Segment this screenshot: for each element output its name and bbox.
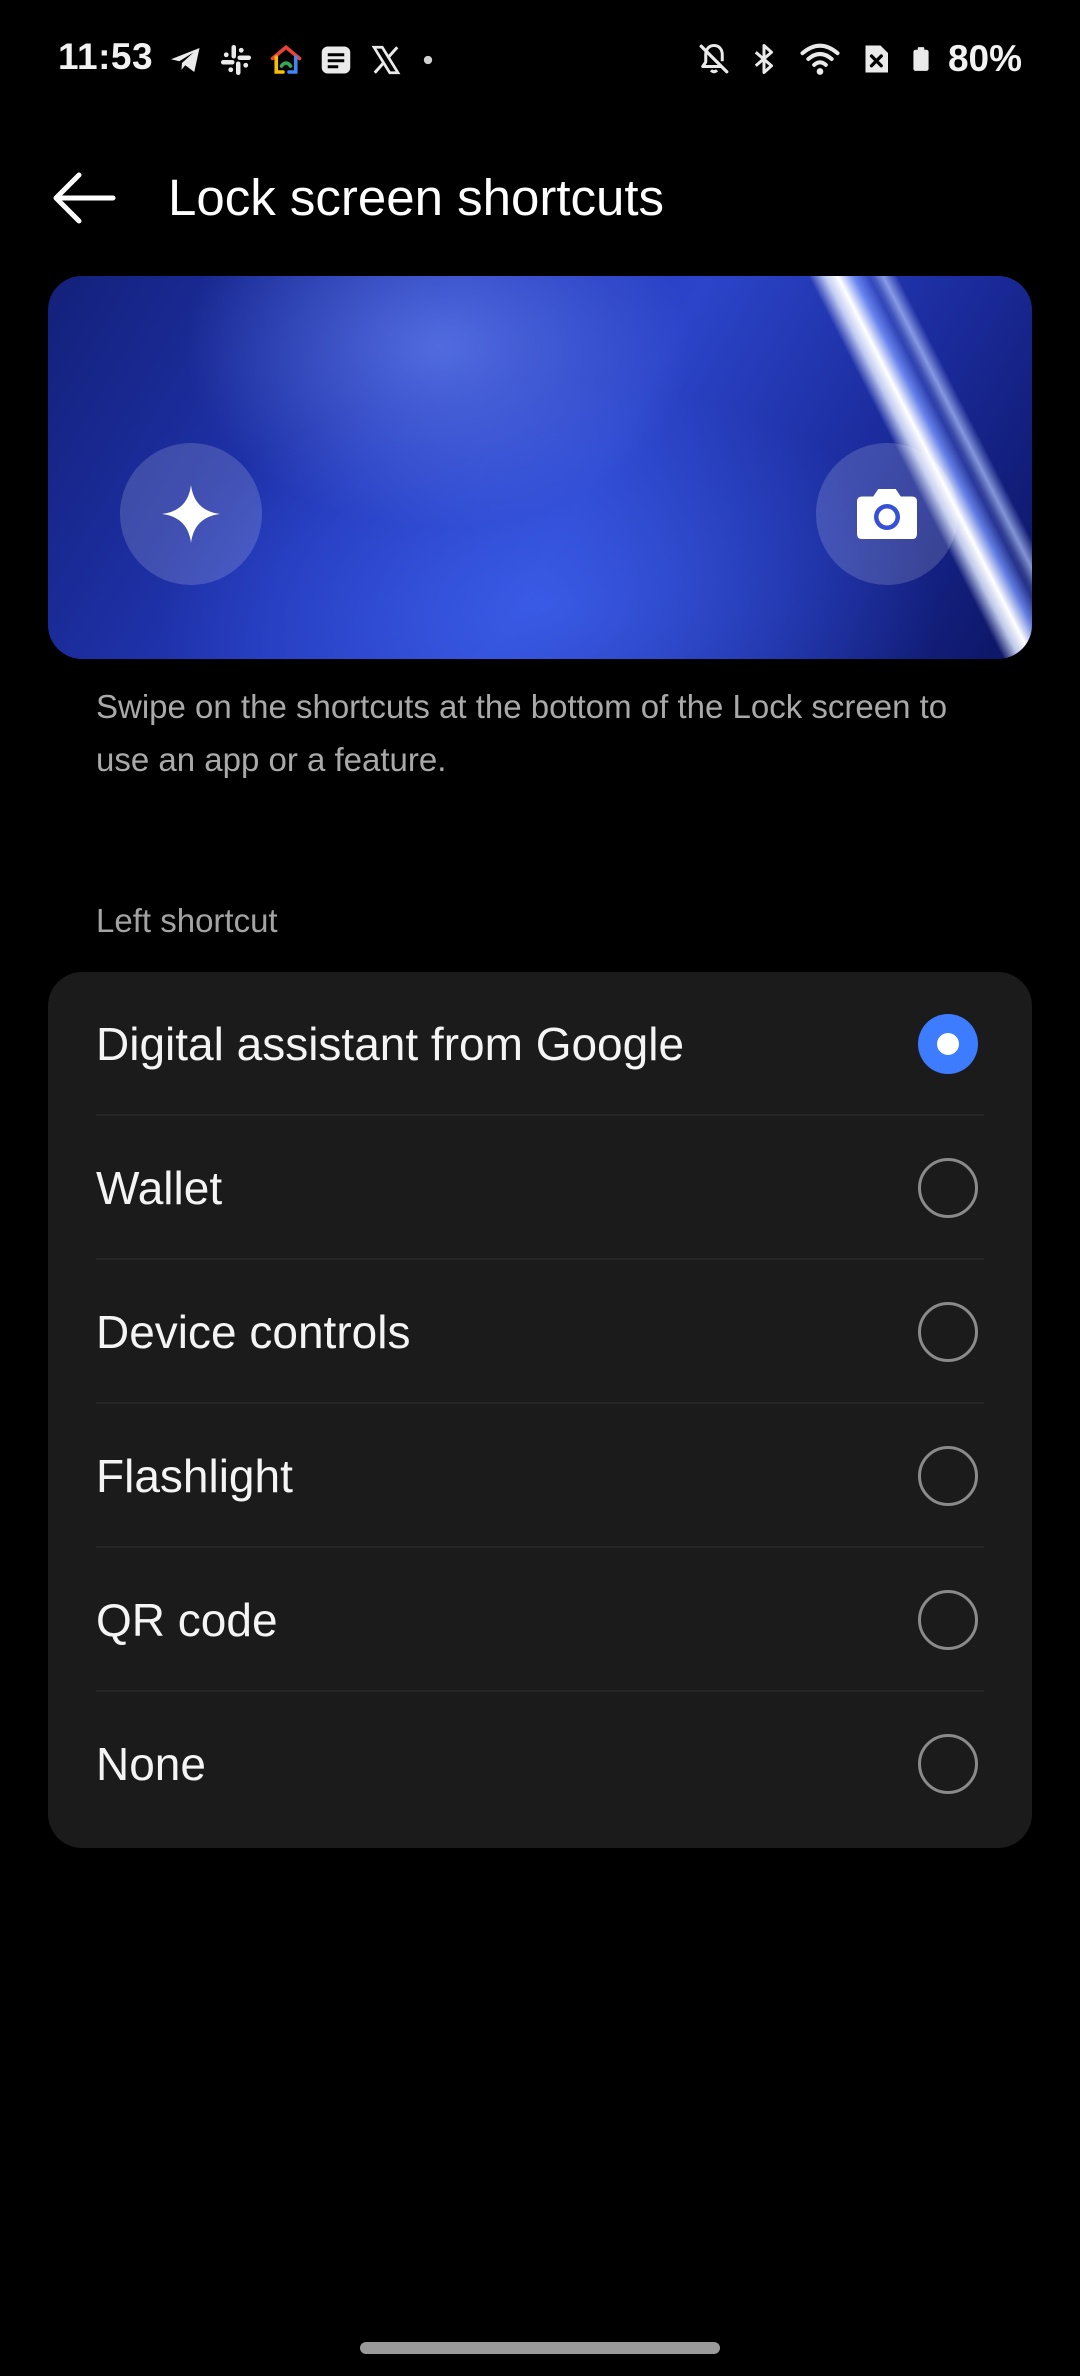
bluetooth-icon	[754, 44, 773, 74]
bell-off-icon	[699, 44, 729, 74]
battery-percent: 80%	[947, 38, 1022, 79]
lock-screen-preview	[48, 276, 1032, 659]
shortcut-description: Swipe on the shortcuts at the bottom of …	[96, 688, 948, 778]
notification-icons	[168, 40, 438, 80]
option-flashlight[interactable]: Flashlight	[48, 1404, 1032, 1548]
wifi-icon	[800, 43, 840, 75]
option-digital-assistant[interactable]: Digital assistant from Google	[48, 972, 1032, 1116]
sparkle-icon	[162, 485, 220, 543]
left-shortcut-preview-button[interactable]	[120, 443, 262, 585]
radio-button[interactable]	[918, 1590, 978, 1650]
left-shortcut-options: Digital assistant from Google Wallet Dev…	[48, 972, 1032, 1848]
back-arrow-icon	[53, 172, 116, 224]
option-label: Flashlight	[96, 1450, 293, 1502]
radio-button[interactable]	[918, 1446, 978, 1506]
google-home-icon	[270, 44, 302, 74]
radio-button[interactable]	[918, 1734, 978, 1794]
option-device-controls[interactable]: Device controls	[48, 1260, 1032, 1404]
radio-button[interactable]	[918, 1158, 978, 1218]
radio-button[interactable]	[918, 1302, 978, 1362]
battery-icon	[913, 47, 929, 71]
page-title: Lock screen shortcuts	[168, 169, 665, 226]
sim-off-icon	[865, 45, 888, 73]
option-wallet[interactable]: Wallet	[48, 1116, 1032, 1260]
camera-icon	[857, 489, 917, 539]
telegram-icon	[171, 48, 200, 72]
option-label: QR code	[96, 1594, 278, 1646]
left-shortcut-section-label: Left shortcut	[96, 902, 278, 939]
status-bar: 11:53 80%	[0, 0, 1080, 120]
system-icons: 80%	[696, 36, 1022, 82]
dot-icon	[423, 55, 433, 65]
back-button[interactable]	[44, 162, 124, 234]
gesture-navigation-bar[interactable]	[360, 2342, 720, 2354]
option-qr-code[interactable]: QR code	[48, 1548, 1032, 1692]
messages-icon	[321, 46, 351, 74]
option-none[interactable]: None	[48, 1692, 1032, 1836]
x-icon	[371, 45, 401, 75]
option-label: Device controls	[96, 1306, 411, 1358]
slack-icon	[221, 45, 251, 75]
option-label: Digital assistant from Google	[96, 1018, 685, 1070]
option-label: None	[96, 1738, 206, 1790]
option-label: Wallet	[96, 1162, 223, 1214]
status-time: 11:53	[58, 36, 154, 77]
radio-button-selected[interactable]	[918, 1014, 978, 1074]
right-shortcut-preview-button[interactable]	[816, 443, 958, 585]
